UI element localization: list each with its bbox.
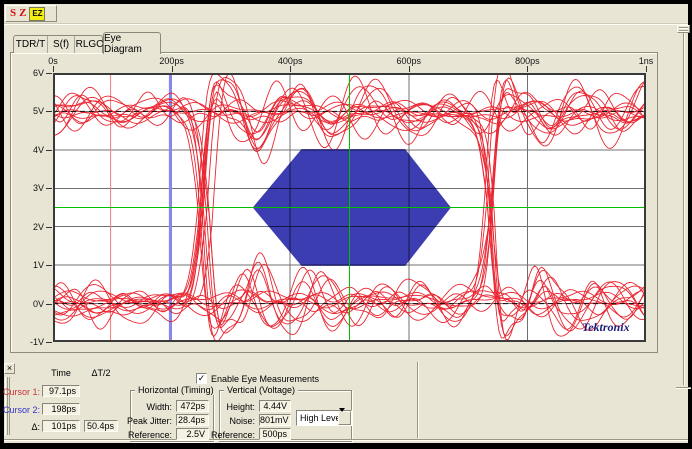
- panel-vertical-divider: [417, 362, 419, 438]
- vertical-voltage-group: Vertical (Voltage) Height: 4.44V Noise: …: [219, 390, 352, 442]
- column-header-time: Time: [42, 368, 80, 378]
- cursor2-time-field: 198ps: [42, 403, 80, 415]
- horizontal-timing-title: Horizontal (Timing): [135, 385, 217, 395]
- column-header-delta-t2: ΔT/2: [84, 368, 118, 378]
- tektronix-logo: Tektronix: [582, 320, 630, 335]
- y-axis-tick-label: 4V: [8, 145, 44, 155]
- y-axis-tick-mark: [46, 150, 52, 151]
- peak-jitter-label: Peak Jitter:: [127, 416, 172, 426]
- width-field: 472ps: [176, 400, 209, 412]
- x-axis-tick-mark: [527, 66, 528, 72]
- x-axis-tick-label: 200ps: [159, 56, 184, 66]
- horizontal-timing-group: Horizontal (Timing) Width: 472ps Peak Ji…: [130, 390, 214, 442]
- eye-diagram-plot[interactable]: [53, 73, 646, 342]
- height-field: 4.44V: [259, 400, 291, 412]
- bottom-splitter[interactable]: [4, 439, 688, 441]
- cursor1-label: Cursor 1:: [3, 387, 40, 397]
- cursor2-label: Cursor 2:: [3, 405, 40, 415]
- y-axis-tick-label: 1V: [8, 260, 44, 270]
- dropdown-button[interactable]: [338, 411, 351, 425]
- enable-eye-measurements-checkbox[interactable]: ✓: [196, 373, 207, 384]
- vertical-voltage-title: Vertical (Voltage): [224, 385, 298, 395]
- delta-label: Δ:: [31, 422, 40, 432]
- y-axis-tick-mark: [46, 265, 52, 266]
- peak-jitter-field: 28.4ps: [176, 414, 209, 426]
- noise-label: Noise:: [229, 416, 255, 426]
- y-axis-tick-mark: [46, 304, 52, 305]
- x-axis-tick-label: 400ps: [278, 56, 303, 66]
- y-axis-tick-mark: [46, 73, 52, 74]
- y-axis-tick-mark: [46, 111, 52, 112]
- y-axis-tick-mark: [46, 342, 52, 343]
- right-splitter-tick: [676, 387, 691, 389]
- right-splitter[interactable]: [683, 33, 685, 385]
- x-axis-tick-label: 800ps: [515, 56, 540, 66]
- noise-field: 801mV: [259, 414, 291, 426]
- height-label: Height:: [226, 402, 255, 412]
- toolbar: S Z EZ: [5, 5, 57, 22]
- x-axis-tick-mark: [290, 66, 291, 72]
- timing-reference-field: 2.5V: [176, 428, 209, 440]
- tab-eye-diagram[interactable]: Eye Diagram: [103, 32, 161, 54]
- tab-tdr-t[interactable]: TDR/T: [14, 36, 48, 53]
- right-splitter-grip[interactable]: [677, 25, 690, 33]
- x-axis-tick-mark: [409, 66, 410, 72]
- tab-rlgc[interactable]: RLGC: [75, 36, 104, 53]
- y-axis-tick-label: 0V: [8, 299, 44, 309]
- toolbar-divider: [4, 23, 688, 25]
- noise-level-value: High Level: [300, 413, 343, 423]
- s-parameters-icon[interactable]: S: [10, 8, 16, 19]
- y-axis-tick-label: 3V: [8, 183, 44, 193]
- y-axis-tick-label: 5V: [8, 106, 44, 116]
- x-axis-tick-mark: [53, 66, 54, 72]
- x-axis-tick-mark: [646, 66, 647, 72]
- panel-close-button[interactable]: ×: [4, 363, 15, 374]
- y-axis-tick-label: -1V: [8, 337, 44, 347]
- delta-t2-field: 50.4ps: [84, 420, 118, 432]
- delta-time-field: 101ps: [42, 420, 80, 432]
- voltage-reference-field: 500ps: [259, 428, 291, 440]
- cursor1-time-field: 97.1ps: [42, 385, 80, 397]
- x-axis-tick-label: 600ps: [397, 56, 422, 66]
- x-axis-tick-label: 1ns: [639, 56, 654, 66]
- tab-s-f[interactable]: S(f): [48, 36, 75, 53]
- eye-diagram-ez-icon[interactable]: EZ: [29, 7, 45, 21]
- chevron-down-icon: [339, 408, 345, 425]
- width-label: Width:: [146, 402, 172, 412]
- app-window: S Z EZ TDR/T S(f) RLGC Eye Diagram Tektr…: [0, 0, 692, 449]
- x-axis-tick-label: 0s: [48, 56, 58, 66]
- enable-eye-measurements-label: Enable Eye Measurements: [211, 374, 319, 384]
- tab-strip: TDR/T S(f) RLGC: [13, 35, 103, 53]
- noise-level-select[interactable]: High Level: [296, 410, 352, 426]
- impedance-z-icon[interactable]: Z: [19, 8, 26, 19]
- y-axis-tick-label: 2V: [8, 222, 44, 232]
- y-axis-tick-mark: [46, 188, 52, 189]
- y-axis-tick-label: 6V: [8, 68, 44, 78]
- x-axis-tick-mark: [172, 66, 173, 72]
- checkmark-icon: ✓: [198, 373, 206, 383]
- y-axis-tick-mark: [46, 227, 52, 228]
